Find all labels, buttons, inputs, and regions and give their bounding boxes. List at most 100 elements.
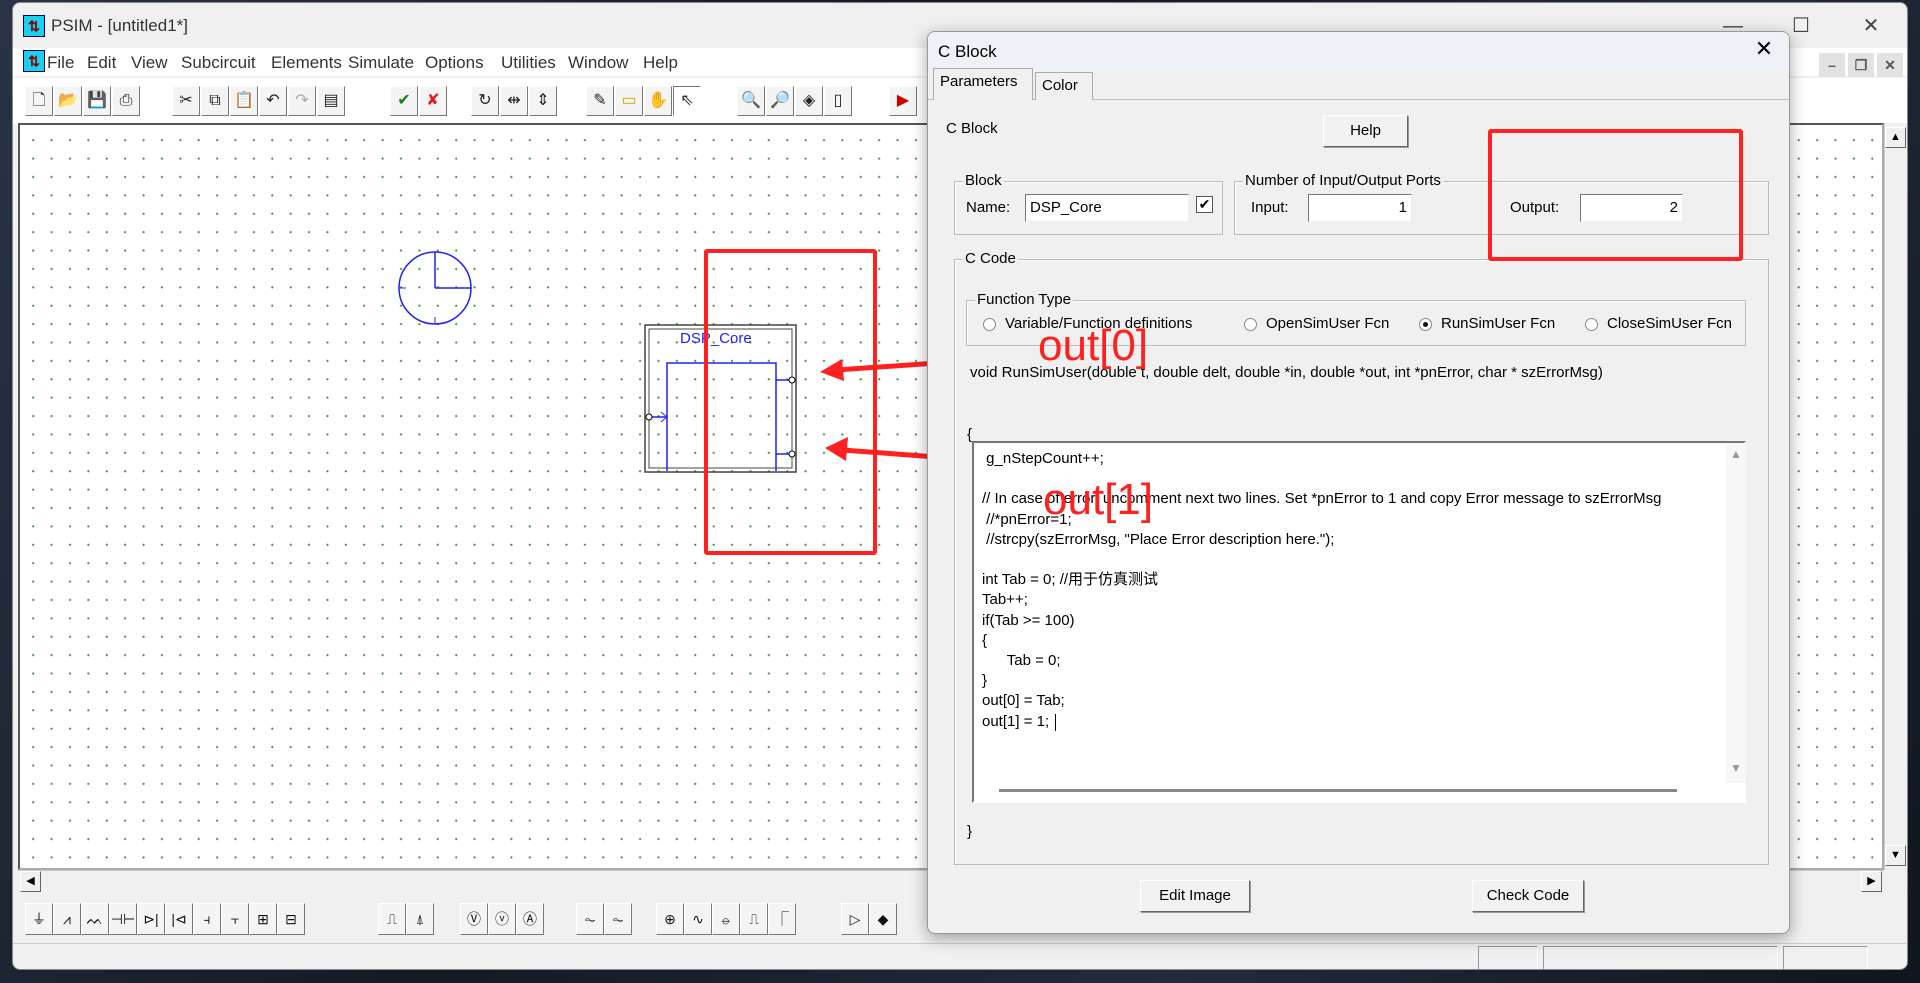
zoom-out-icon[interactable]: 🔎 (766, 86, 794, 116)
code-horizontal-scrollbar[interactable] (999, 789, 1677, 792)
radio-button[interactable] (983, 318, 996, 331)
menu-view[interactable]: View (131, 53, 168, 73)
vertical-scrollbar[interactable]: ▲ ▼ (1884, 123, 1906, 870)
ground-icon[interactable]: ⏚ (25, 903, 53, 935)
dialog-close-button[interactable]: ✕ (1746, 36, 1782, 62)
code-vertical-scrollbar[interactable]: ▲ ▼ (1726, 443, 1746, 783)
menu-subcircuit[interactable]: Subcircuit (181, 53, 256, 73)
tab-color[interactable]: Color (1035, 72, 1093, 100)
ac-source-icon[interactable]: ∿ (684, 903, 712, 935)
code-line: Tab = 0; (982, 652, 1061, 669)
scroll-up-button[interactable]: ▲ (1885, 127, 1906, 148)
name-input[interactable]: DSP_Core (1025, 194, 1189, 222)
copy-icon[interactable]: ⧉ (201, 86, 229, 116)
zoom-fit-icon[interactable]: ◈ (795, 86, 823, 116)
pointer-icon[interactable]: ⇖ (673, 86, 701, 116)
input-ports-field[interactable]: 1 (1308, 194, 1412, 222)
annotation-output-box (1488, 129, 1743, 261)
pulse-icon[interactable]: ⎍ (378, 903, 406, 935)
close-brace: } (967, 823, 973, 840)
undo-icon[interactable]: ↶ (259, 86, 287, 116)
print-icon[interactable]: ⎙ (112, 86, 140, 116)
new-file-icon[interactable]: 🗋 (25, 86, 53, 116)
rotate-icon[interactable]: ↻ (471, 86, 499, 116)
cut-icon[interactable]: ✂ (172, 86, 200, 116)
menu-help[interactable]: Help (643, 53, 678, 73)
scroll-up-arrow-icon[interactable]: ▲ (1730, 447, 1742, 461)
voltage-probe-icon[interactable]: ⓥ (488, 903, 516, 935)
menu-window[interactable]: Window (568, 53, 628, 73)
flip-vertical-icon[interactable]: ⇕ (529, 86, 557, 116)
clock-icon[interactable] (398, 251, 472, 325)
redo-icon[interactable]: ↷ (288, 86, 316, 116)
igbt-icon[interactable]: ⫟ (221, 903, 249, 935)
scroll-left-button[interactable]: ◀ (20, 871, 41, 892)
menu-edit[interactable]: Edit (87, 53, 116, 73)
dc-source-icon[interactable]: ⊕ (656, 903, 684, 935)
resistor-icon[interactable]: ⩘ (53, 903, 81, 935)
scroll-down-button[interactable]: ▼ (1885, 845, 1906, 866)
scope-icon[interactable]: ⏦ (576, 903, 604, 935)
sine-source-icon[interactable]: ⦵ (712, 903, 740, 935)
document-icon[interactable]: ⇅ (23, 50, 45, 72)
scope2-icon[interactable]: ⏦ (604, 903, 632, 935)
zoom-in-icon[interactable]: 🔍 (737, 86, 765, 116)
capacitor-icon[interactable]: ⊣⊢ (109, 903, 137, 935)
function-type-option[interactable]: RunSimUser Fcn (1419, 315, 1555, 332)
tab-parameters[interactable]: Parameters (933, 68, 1033, 100)
radio-button[interactable] (1585, 318, 1598, 331)
step-source-icon[interactable]: ⎾ (768, 903, 796, 935)
menu-elements[interactable]: Elements (271, 53, 342, 73)
diode-icon[interactable]: ⊳| (137, 903, 165, 935)
menu-simulate[interactable]: Simulate (348, 53, 414, 73)
mdi-restore-button[interactable]: ❐ (1848, 53, 1874, 77)
mdi-minimize-button[interactable]: – (1819, 53, 1845, 77)
wire-pencil-icon[interactable]: ✎ (586, 86, 614, 116)
probe-icon[interactable]: ⍋ (406, 903, 434, 935)
close-button[interactable]: ✕ (1841, 9, 1901, 43)
show-name-checkbox[interactable]: ✔ (1196, 196, 1213, 213)
scroll-down-arrow-icon[interactable]: ▼ (1730, 761, 1742, 775)
page-icon[interactable]: ▯ (824, 86, 852, 116)
label-icon[interactable]: ▭ (615, 86, 643, 116)
pan-hand-icon[interactable]: ✋ (644, 86, 672, 116)
mdi-close-button[interactable]: ✕ (1877, 53, 1903, 77)
switch-module2-icon[interactable]: ⊟ (277, 903, 305, 935)
open-folder-icon[interactable]: 📂 (54, 86, 82, 116)
check-code-button[interactable]: Check Code (1472, 880, 1584, 912)
function-type-label: Function Type (975, 291, 1073, 308)
zener-icon[interactable]: |⊲ (165, 903, 193, 935)
scroll-right-button[interactable]: ▶ (1861, 871, 1882, 892)
c-code-group-label: C Code (963, 250, 1018, 267)
voltmeter-icon[interactable]: Ⓥ (460, 903, 488, 935)
flip-horizontal-icon[interactable]: ⇹ (500, 86, 528, 116)
simulate-icon[interactable]: ▶ (889, 86, 917, 116)
comparator-icon[interactable]: ▷ (841, 903, 869, 935)
annotation-out0-label: out[0] (1038, 321, 1149, 370)
mosfet-icon[interactable]: ⫞ (193, 903, 221, 935)
save-icon[interactable]: 💾 (83, 86, 111, 116)
help-button[interactable]: Help (1323, 115, 1408, 147)
menu-utilities[interactable]: Utilities (501, 53, 556, 73)
menu-options[interactable]: Options (425, 53, 484, 73)
radio-button[interactable] (1244, 318, 1257, 331)
status-cell (1543, 946, 1778, 969)
cancel-icon[interactable]: ✘ (419, 86, 447, 116)
radio-label: RunSimUser Fcn (1441, 315, 1556, 332)
inductor-icon[interactable]: ᨓ (81, 903, 109, 935)
menu-file[interactable]: File (47, 53, 74, 73)
edit-image-button[interactable]: Edit Image (1140, 880, 1250, 912)
ammeter-icon[interactable]: Ⓐ (516, 903, 544, 935)
switch-module-icon[interactable]: ⊞ (249, 903, 277, 935)
current-source-icon[interactable]: ◆ (869, 903, 897, 935)
dialog-heading: C Block (946, 120, 998, 137)
clipboard-icon[interactable]: ▤ (317, 86, 345, 116)
paste-icon[interactable]: 📋 (230, 86, 258, 116)
check-icon[interactable]: ✔ (390, 86, 418, 116)
input-port[interactable] (645, 413, 653, 421)
radio-button[interactable] (1419, 318, 1432, 331)
function-type-option[interactable]: OpenSimUser Fcn (1244, 315, 1389, 332)
function-type-option[interactable]: CloseSimUser Fcn (1585, 315, 1732, 332)
square-source-icon[interactable]: ⎍ (740, 903, 768, 935)
window-title: PSIM - [untitled1*] (51, 16, 189, 35)
